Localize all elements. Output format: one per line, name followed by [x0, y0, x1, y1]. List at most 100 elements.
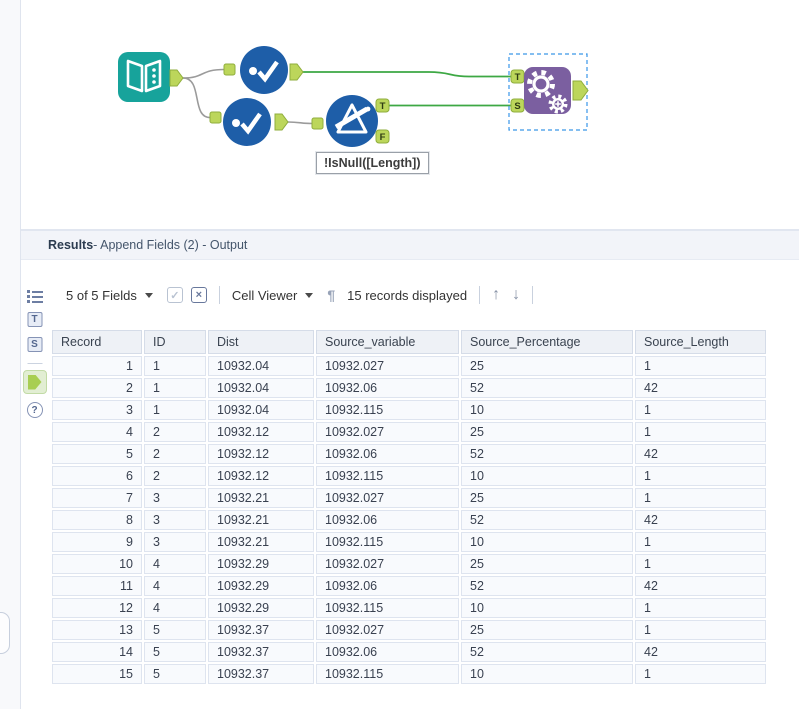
table-cell[interactable]: 10	[461, 466, 633, 486]
table-cell[interactable]: 3	[144, 532, 206, 552]
table-cell[interactable]: 10932.12	[208, 444, 314, 464]
table-cell[interactable]: 13	[52, 620, 142, 640]
table-cell[interactable]: 6	[52, 466, 142, 486]
table-cell[interactable]: 1	[635, 664, 766, 684]
table-cell[interactable]: 4	[144, 554, 206, 574]
table-cell[interactable]: 10932.06	[316, 642, 459, 662]
table-cell[interactable]: 4	[144, 598, 206, 618]
column-header[interactable]: Source_variable	[316, 330, 459, 354]
input-anchor-icon[interactable]	[209, 111, 222, 124]
metadata-list-icon[interactable]	[26, 288, 43, 305]
table-cell[interactable]: 7	[52, 488, 142, 508]
table-cell[interactable]: 10932.06	[316, 510, 459, 530]
table-cell[interactable]: 10932.12	[208, 422, 314, 442]
input-anchor-t-button[interactable]: T	[27, 312, 42, 327]
table-cell[interactable]: 10932.04	[208, 378, 314, 398]
table-cell[interactable]: 10	[461, 400, 633, 420]
table-cell[interactable]: 25	[461, 422, 633, 442]
table-cell[interactable]: 10932.21	[208, 488, 314, 508]
table-cell[interactable]: 10932.04	[208, 356, 314, 376]
table-cell[interactable]: 3	[144, 488, 206, 508]
table-cell[interactable]: 5	[144, 620, 206, 640]
table-cell[interactable]: 52	[461, 642, 633, 662]
column-header[interactable]: Record	[52, 330, 142, 354]
table-cell[interactable]: 10932.027	[316, 554, 459, 574]
table-cell[interactable]: 1	[144, 378, 206, 398]
output-anchor-icon[interactable]	[169, 69, 184, 87]
chevron-down-icon[interactable]	[144, 292, 153, 298]
table-cell[interactable]: 1	[635, 532, 766, 552]
table-cell[interactable]: 10932.29	[208, 598, 314, 618]
table-cell[interactable]: 3	[144, 510, 206, 530]
select-tool-2[interactable]	[209, 98, 289, 146]
table-cell[interactable]: 10932.115	[316, 664, 459, 684]
table-cell[interactable]: 1	[635, 554, 766, 574]
table-cell[interactable]: 4	[144, 576, 206, 596]
table-cell[interactable]: 10	[461, 598, 633, 618]
filter-tool[interactable]: T F	[311, 95, 390, 147]
table-cell[interactable]: 5	[144, 642, 206, 662]
cell-viewer-dropdown[interactable]: Cell Viewer	[232, 288, 298, 303]
table-cell[interactable]: 10932.37	[208, 664, 314, 684]
table-cell[interactable]: 42	[635, 510, 766, 530]
workflow-canvas[interactable]: T F T S !IsNull([Length])	[21, 0, 799, 229]
table-cell[interactable]: 10932.027	[316, 356, 459, 376]
input-anchor-icon[interactable]	[223, 63, 236, 76]
table-cell[interactable]: 52	[461, 378, 633, 398]
table-cell[interactable]: 10932.29	[208, 554, 314, 574]
table-cell[interactable]: 2	[144, 422, 206, 442]
select-all-fields-icon[interactable]: ✓	[166, 287, 183, 303]
column-header[interactable]: Source_Length	[635, 330, 766, 354]
fields-dropdown[interactable]: 5 of 5 Fields	[66, 288, 137, 303]
table-cell[interactable]: 10932.115	[316, 598, 459, 618]
append-fields-tool[interactable]: T S	[508, 53, 589, 131]
table-cell[interactable]: 5	[144, 664, 206, 684]
wire-select1-to-append-t[interactable]	[303, 71, 511, 78]
wire-input-to-select1[interactable]	[182, 68, 225, 79]
table-cell[interactable]: 10932.115	[316, 400, 459, 420]
table-cell[interactable]: 10932.115	[316, 532, 459, 552]
input-anchor-icon[interactable]	[311, 117, 324, 130]
input-data-tool[interactable]	[118, 52, 184, 102]
table-cell[interactable]: 10932.06	[316, 444, 459, 464]
table-cell[interactable]: 25	[461, 554, 633, 574]
table-cell[interactable]: 52	[461, 576, 633, 596]
table-cell[interactable]: 8	[52, 510, 142, 530]
panel-flyout-handle[interactable]	[0, 612, 10, 654]
chevron-down-icon[interactable]	[305, 292, 314, 298]
table-cell[interactable]: 25	[461, 356, 633, 376]
table-cell[interactable]: 1	[635, 620, 766, 640]
table-cell[interactable]: 10932.06	[316, 576, 459, 596]
table-cell[interactable]: 3	[52, 400, 142, 420]
column-header[interactable]: ID	[144, 330, 206, 354]
deselect-fields-icon[interactable]: ×	[190, 287, 207, 303]
table-cell[interactable]: 52	[461, 444, 633, 464]
table-cell[interactable]: 1	[635, 598, 766, 618]
table-cell[interactable]: 1	[144, 400, 206, 420]
input-anchor-s-button[interactable]: S	[27, 337, 42, 352]
wire-input-to-select2[interactable]	[182, 77, 211, 119]
table-cell[interactable]: 52	[461, 510, 633, 530]
output-anchor-icon[interactable]	[289, 63, 304, 81]
table-cell[interactable]: 42	[635, 378, 766, 398]
help-icon[interactable]: ?	[26, 402, 43, 418]
table-cell[interactable]: 10932.027	[316, 422, 459, 442]
table-cell[interactable]: 42	[635, 444, 766, 464]
table-cell[interactable]: 2	[144, 466, 206, 486]
table-cell[interactable]: 15	[52, 664, 142, 684]
table-cell[interactable]: 9	[52, 532, 142, 552]
table-cell[interactable]: 1	[635, 422, 766, 442]
table-cell[interactable]: 25	[461, 620, 633, 640]
column-header[interactable]: Source_Percentage	[461, 330, 633, 354]
table-cell[interactable]: 10932.21	[208, 510, 314, 530]
table-cell[interactable]: 42	[635, 576, 766, 596]
table-cell[interactable]: 1	[635, 400, 766, 420]
output-anchor-icon[interactable]	[274, 113, 289, 131]
arrow-down-button[interactable]: ↓	[512, 286, 520, 304]
table-cell[interactable]: 1	[635, 466, 766, 486]
table-cell[interactable]: 10932.29	[208, 576, 314, 596]
table-cell[interactable]: 10	[52, 554, 142, 574]
table-cell[interactable]: 2	[52, 378, 142, 398]
table-cell[interactable]: 10932.115	[316, 466, 459, 486]
arrow-up-button[interactable]: ↑	[492, 286, 500, 304]
